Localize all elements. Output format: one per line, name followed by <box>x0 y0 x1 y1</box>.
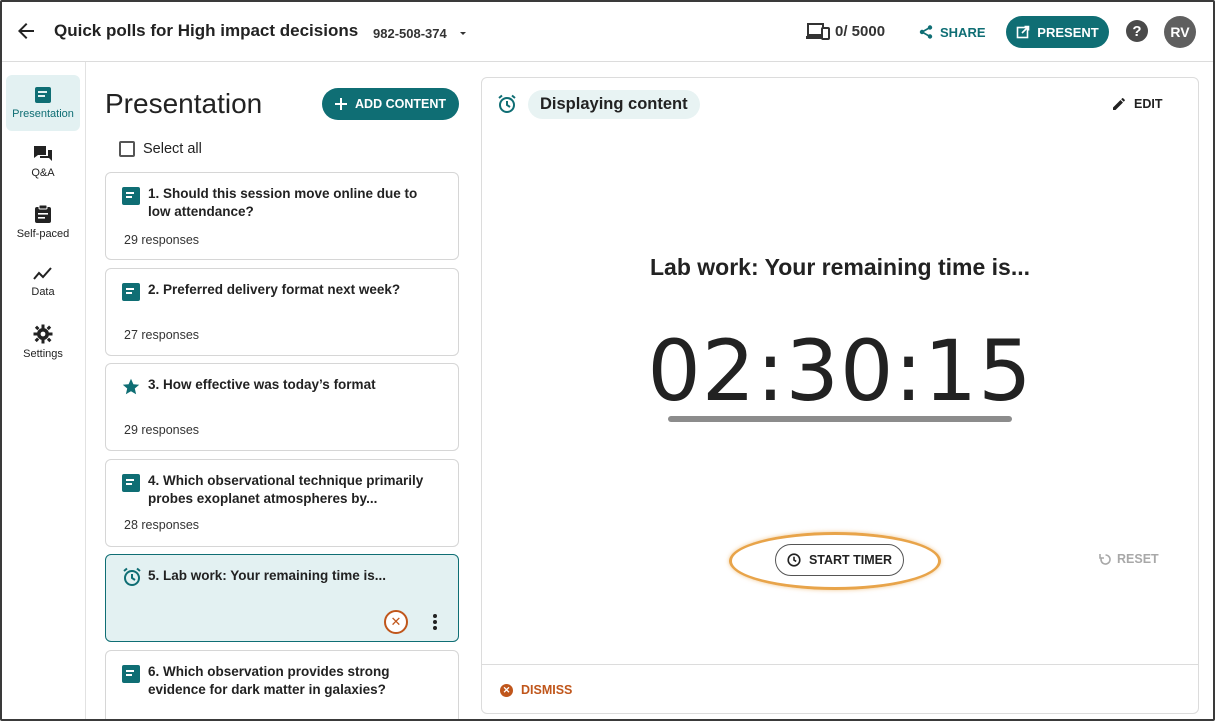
timer-value: 02:30:15 <box>647 322 1033 420</box>
response-count: 29 responses <box>124 423 200 437</box>
star-icon <box>122 378 140 395</box>
list-item[interactable]: 6. Which observation provides strong evi… <box>105 650 459 719</box>
top-bar: Quick polls for High impact decisions 98… <box>2 2 1213 62</box>
clock-icon <box>787 553 801 567</box>
divider <box>482 664 1198 665</box>
reset-icon <box>1099 553 1111 565</box>
poll-icon <box>122 474 140 492</box>
card-title: 3. How effective was today’s format <box>148 377 376 392</box>
share-label: SHARE <box>940 24 986 40</box>
sidebar-item-qa[interactable]: Q&A <box>6 134 80 190</box>
list-item[interactable]: 4. Which observational technique primari… <box>105 459 459 547</box>
list-item[interactable]: 3. How effective was today’s format 29 r… <box>105 363 459 451</box>
card-title: 1. Should this session move online due t… <box>148 186 418 219</box>
back-arrow-icon[interactable] <box>14 19 38 43</box>
sidebar-item-self-paced[interactable]: Self-paced <box>6 194 80 250</box>
present-button[interactable]: PRESENT <box>1006 16 1109 48</box>
card-title: 2. Preferred delivery format next week? <box>148 282 401 297</box>
start-timer-label: START TIMER <box>808 553 893 567</box>
poll-icon <box>122 187 140 205</box>
plus-icon <box>335 98 348 110</box>
reset-label: RESET <box>1117 552 1159 566</box>
card-title: 6. Which observation provides strong evi… <box>148 664 390 697</box>
help-icon[interactable]: ? <box>1126 20 1148 42</box>
sidebar-item-settings[interactable]: Settings <box>6 314 80 370</box>
share-icon <box>919 25 933 39</box>
list-item-selected[interactable]: 5. Lab work: Your remaining time is... ✕ <box>105 554 459 642</box>
close-circle-icon: ✕ <box>500 683 513 697</box>
edit-button[interactable]: EDIT <box>1112 97 1162 111</box>
more-vertical-icon[interactable] <box>426 612 444 632</box>
status-badge: Displaying content <box>528 90 700 119</box>
qa-chat-icon <box>34 146 52 161</box>
list-item[interactable]: 2. Preferred delivery format next week? … <box>105 268 459 356</box>
avatar[interactable]: RV <box>1164 16 1196 48</box>
present-label: PRESENT <box>1037 24 1099 40</box>
reset-button[interactable]: RESET <box>1099 552 1159 566</box>
alarm-icon <box>123 567 141 586</box>
response-count: 28 responses <box>124 518 200 532</box>
clipboard-icon <box>35 204 51 223</box>
sidebar-item-label: Q&A <box>31 167 55 179</box>
card-title: 4. Which observational technique primari… <box>148 473 424 506</box>
alarm-icon <box>498 94 516 113</box>
gear-icon <box>33 324 53 344</box>
response-count: 29 responses <box>124 233 200 247</box>
clear-results-button[interactable]: ✕ <box>384 610 408 634</box>
select-all-checkbox[interactable]: Select all <box>119 141 202 157</box>
poll-icon <box>122 665 140 683</box>
checkbox-box[interactable] <box>119 141 135 157</box>
add-content-label: ADD CONTENT <box>355 97 446 111</box>
poll-icon <box>122 283 140 301</box>
sidebar-item-label: Settings <box>23 348 63 360</box>
sidebar-item-data[interactable]: Data <box>6 254 80 310</box>
response-count: 27 responses <box>124 328 200 342</box>
timer-heading: Lab work: Your remaining time is... <box>649 254 1030 280</box>
sidebar-item-label: Presentation <box>12 108 74 120</box>
trend-line-icon <box>33 267 52 280</box>
share-button[interactable]: SHARE <box>918 20 986 44</box>
start-timer-button[interactable]: START TIMER <box>775 544 904 576</box>
list-item[interactable]: 1. Should this session move online due t… <box>105 172 459 260</box>
presentation-icon <box>35 87 51 103</box>
sidebar-item-label: Self-paced <box>16 228 70 240</box>
timer-progress-bar <box>668 416 1012 422</box>
list-title: Presentation <box>105 88 263 119</box>
nav-rail: Presentation Q&A Self-paced Data Setting… <box>2 62 86 719</box>
card-title: 5. Lab work: Your remaining time is... <box>148 568 387 583</box>
dismiss-button[interactable]: ✕ DISMISS <box>500 683 572 697</box>
open-external-icon <box>1016 25 1030 39</box>
page-title: Quick polls for High impact decisions <box>54 21 359 40</box>
select-all-label: Select all <box>143 141 202 157</box>
add-content-button[interactable]: ADD CONTENT <box>322 88 459 120</box>
participant-count: 0/ 5000 <box>835 23 886 40</box>
chevron-down-icon[interactable] <box>457 26 469 38</box>
sidebar-item-presentation[interactable]: Presentation <box>6 75 80 131</box>
edit-label: EDIT <box>1134 97 1163 111</box>
app-window: Quick polls for High impact decisions 98… <box>0 0 1215 721</box>
devices-icon <box>806 22 830 42</box>
pencil-icon <box>1113 98 1125 110</box>
dismiss-label: DISMISS <box>521 683 573 697</box>
session-code[interactable]: 982-508-374 <box>373 26 447 41</box>
sidebar-item-label: Data <box>31 286 55 298</box>
